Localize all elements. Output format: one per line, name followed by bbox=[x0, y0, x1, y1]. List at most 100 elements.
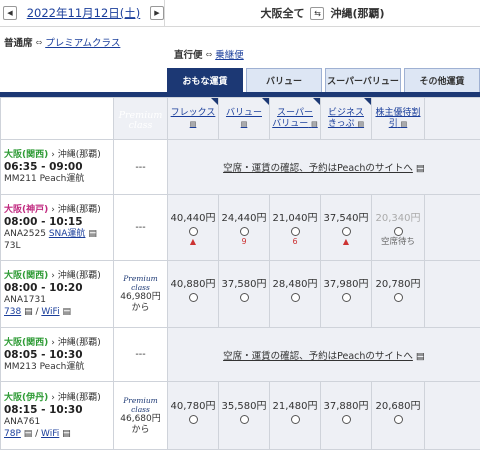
fare-cell[interactable]: 37,580円 bbox=[219, 261, 270, 328]
document-icon: ▤ bbox=[190, 120, 197, 128]
fare-cell[interactable]: 40,880円 bbox=[168, 261, 219, 328]
fare-header-flex[interactable]: フレックス ▤ bbox=[168, 98, 219, 140]
arrival-airport: › 沖縄(那覇) bbox=[51, 271, 101, 281]
document-icon: ▤ bbox=[416, 163, 425, 174]
flight-info: 大阪(神戸) › 沖縄(那覇) 08:00 - 10:15 ANA2525 SN… bbox=[1, 195, 114, 261]
fare-cell[interactable]: 21,480円 bbox=[270, 382, 321, 450]
fare-header-label2: 引 bbox=[389, 119, 398, 129]
flight-time: 08:15 - 10:30 bbox=[4, 404, 110, 416]
fare-radio[interactable] bbox=[342, 415, 351, 424]
origin-label: 大阪全て bbox=[260, 5, 304, 21]
peach-notice: 空席・運賃の確認、予約はPeachのサイトへ ▤ bbox=[168, 328, 480, 382]
document-icon: ▤ bbox=[24, 429, 33, 439]
route-header: 大阪全て ⇆ 沖縄(那覇) bbox=[165, 0, 480, 26]
fare-radio[interactable] bbox=[394, 415, 403, 424]
fare-price: 37,540円 bbox=[322, 209, 370, 224]
fare-cell[interactable]: 35,580円 bbox=[219, 382, 270, 450]
fare-cell[interactable]: 24,440円9 bbox=[219, 195, 270, 261]
corner-marker-icon bbox=[262, 98, 269, 105]
fare-price: 37,980円 bbox=[322, 275, 370, 290]
fare-cell[interactable]: 21,040円6 bbox=[270, 195, 321, 261]
fare-cell[interactable]: 20,680円 bbox=[372, 382, 425, 450]
flight-number: ANA761 bbox=[4, 416, 110, 428]
flight-type-current: 直行便 bbox=[174, 47, 203, 61]
flight-time: 08:05 - 10:30 bbox=[4, 349, 110, 361]
document-icon: ▤ bbox=[88, 229, 97, 239]
date-link[interactable]: 2022年11月12日(土) bbox=[17, 5, 150, 21]
fare-radio[interactable] bbox=[189, 293, 198, 302]
fare-radio[interactable] bbox=[342, 293, 351, 302]
fare-cell[interactable]: 37,880円 bbox=[321, 382, 372, 450]
seat-class-filter: 普通席 ⇔ プレミアムクラス bbox=[4, 35, 120, 49]
premium-class-link[interactable]: プレミアムクラス bbox=[45, 35, 120, 49]
tab-super-value[interactable]: スーパーバリュー bbox=[325, 68, 401, 92]
fare-cell[interactable]: 28,480円 bbox=[270, 261, 321, 328]
peach-site-link[interactable]: 空席・運賃の確認、予約はPeachのサイトへ bbox=[223, 351, 413, 362]
premium-class-header: Premium class bbox=[114, 98, 168, 140]
next-day-button[interactable]: ▶ bbox=[150, 6, 164, 20]
toggle-arrow-icon: ⇔ bbox=[206, 50, 213, 59]
tab-main-fares[interactable]: おもな運賃 bbox=[167, 68, 243, 92]
arrival-airport: › 沖縄(那覇) bbox=[51, 205, 101, 215]
fare-cell[interactable]: 40,440円▲ bbox=[168, 195, 219, 261]
premium-price-cell[interactable]: Premium class 46,680円 から bbox=[114, 382, 168, 450]
fare-radio[interactable] bbox=[189, 227, 198, 236]
fare-cell[interactable]: 20,780円 bbox=[372, 261, 425, 328]
fare-radio[interactable] bbox=[240, 415, 249, 424]
fare-header-value[interactable]: バリュー ▤ bbox=[219, 98, 270, 140]
seat-status: ▲ bbox=[322, 237, 370, 247]
fare-radio[interactable] bbox=[291, 227, 300, 236]
fare-radio[interactable] bbox=[189, 415, 198, 424]
aircraft-link[interactable]: 78P bbox=[4, 429, 21, 439]
operator-link[interactable]: SNA運航 bbox=[49, 229, 86, 239]
fare-radio[interactable] bbox=[291, 293, 300, 302]
fare-price: 37,580円 bbox=[220, 275, 268, 290]
flight-row: 大阪(関西) › 沖縄(那覇) 06:35 - 09:00 MM211 Peac… bbox=[1, 140, 480, 195]
wifi-link[interactable]: WiFi bbox=[41, 429, 59, 439]
fare-header-label: 株主優待割 bbox=[375, 108, 420, 118]
document-icon: ▤ bbox=[62, 429, 71, 439]
fare-header-label2: きっぷ bbox=[328, 119, 355, 129]
peach-site-link[interactable]: 空席・運賃の確認、予約はPeachのサイトへ bbox=[223, 163, 413, 174]
flight-info: 大阪(伊丹) › 沖縄(那覇) 08:15 - 10:30 ANA761 78P… bbox=[1, 382, 114, 450]
premium-header-line2: class bbox=[129, 120, 153, 131]
peach-notice: 空席・運賃の確認、予約はPeachのサイトへ ▤ bbox=[168, 140, 480, 195]
fare-radio[interactable] bbox=[394, 293, 403, 302]
fare-header-row: Premium class フレックス ▤ バリュー ▤ スーパーバリュー ▤ … bbox=[1, 98, 480, 140]
swap-route-button[interactable]: ⇆ bbox=[310, 7, 324, 20]
fare-cell[interactable]: 40,780円 bbox=[168, 382, 219, 450]
prev-day-button[interactable]: ◀ bbox=[3, 6, 17, 20]
fare-price: 20,680円 bbox=[373, 397, 423, 412]
departure-airport: 大阪(関西) bbox=[4, 271, 48, 281]
fare-header-business[interactable]: ビジネスきっぷ ▤ bbox=[321, 98, 372, 140]
fare-radio[interactable] bbox=[240, 293, 249, 302]
aircraft-link[interactable]: 738 bbox=[4, 307, 21, 317]
tab-value[interactable]: バリュー bbox=[246, 68, 322, 92]
fare-radio[interactable] bbox=[342, 227, 351, 236]
departure-airport: 大阪(関西) bbox=[4, 150, 48, 160]
document-icon: ▤ bbox=[241, 120, 248, 128]
wifi-link[interactable]: WiFi bbox=[41, 307, 59, 317]
fare-header-shareholder[interactable]: 株主優待割引 ▤ bbox=[372, 98, 425, 140]
premium-price-cell[interactable]: Premium class 46,980円 から bbox=[114, 261, 168, 328]
document-icon: ▤ bbox=[357, 120, 364, 128]
arrival-airport: › 沖縄(那覇) bbox=[51, 150, 101, 160]
arrival-airport: › 沖縄(那覇) bbox=[51, 393, 101, 403]
fare-cell[interactable]: 20,340円空席待ち bbox=[372, 195, 425, 261]
fare-cell[interactable]: 37,540円 ▲ bbox=[321, 195, 372, 261]
fare-radio[interactable] bbox=[394, 227, 403, 236]
tab-other-fares[interactable]: その他運賃 bbox=[404, 68, 480, 92]
document-icon: ▤ bbox=[62, 307, 71, 317]
fare-radio[interactable] bbox=[291, 415, 300, 424]
premium-from: から bbox=[114, 425, 167, 436]
fare-header-super-value[interactable]: スーパーバリュー ▤ bbox=[270, 98, 321, 140]
connecting-flight-link[interactable]: 乗継便 bbox=[215, 47, 244, 61]
document-icon: ▤ bbox=[311, 120, 318, 128]
fare-price: 40,440円 bbox=[169, 209, 217, 224]
fare-radio[interactable] bbox=[240, 227, 249, 236]
fare-price: 20,340円 bbox=[373, 209, 423, 224]
flight-number: ANA1731 bbox=[4, 294, 110, 306]
premium-from: から bbox=[114, 303, 167, 314]
premium-price-cell: --- bbox=[114, 195, 168, 261]
fare-cell[interactable]: 37,980円 bbox=[321, 261, 372, 328]
